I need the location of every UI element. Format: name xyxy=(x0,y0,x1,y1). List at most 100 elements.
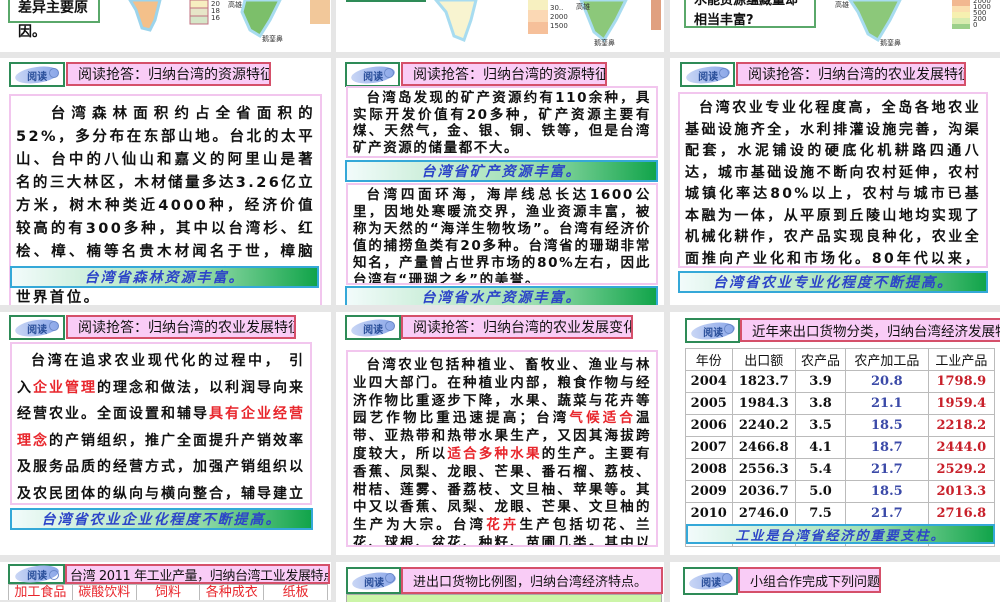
summary-bar: 工业是台湾省经济的重要支柱。 xyxy=(686,524,995,544)
table-cell: 3.9 xyxy=(795,370,847,393)
slide-top-3: 水能资源蕴藏量却相当丰富? 2000 1000 500 200 0 高雄 鹅銮鼻 xyxy=(670,0,1000,52)
table-cell: 1798.9 xyxy=(927,370,996,393)
title-text: 阅读抢答：归纳台湾的资源特征。 xyxy=(78,67,271,83)
read-icon: 阅读 xyxy=(8,563,65,585)
table-row: 2010 2746.0 7.5 21.7 2716.8 xyxy=(685,502,996,525)
summary-text: 台湾省农业专业化程度不断提高。 xyxy=(713,275,953,291)
table-cell: 2009 xyxy=(685,480,733,503)
legend-label: 1500 xyxy=(550,22,568,30)
table-cell: 2529.2 xyxy=(927,458,996,481)
slide-group: 阅读 小组合作完成下列问题 xyxy=(670,562,1000,602)
table-cell: 1959.4 xyxy=(927,392,996,415)
city-label: 高雄 xyxy=(228,1,242,9)
read-icon: 阅读 xyxy=(680,62,735,87)
title-text: 阅读抢答：归纳台湾的农业发展特征。 xyxy=(748,67,966,83)
table-cell: 2008 xyxy=(685,458,733,481)
table-cell: 18.5 xyxy=(845,480,929,503)
table-row: 2005 1984.3 3.8 21.1 1959.4 xyxy=(685,392,996,415)
slide-title: 阅读抢答：归纳台湾的农业发展特征。 xyxy=(66,315,296,339)
text-box: 台湾在追求农业现代化的过程中， 引入企业管理的理念和做法，以利润导向来经营农业。… xyxy=(10,342,312,505)
map-taiwan xyxy=(128,0,330,39)
text-box: 台湾四面环海，海岸线总长达1600公里，因地处寒暖流交界，渔业资源丰富，被称为天… xyxy=(346,183,658,285)
table-cell: 4.1 xyxy=(795,436,847,459)
highlight-text: 企业管理 xyxy=(33,379,97,396)
slide-trade: 阅读 进出口货物比例图，归纳台湾经济特点。 xyxy=(336,562,664,602)
slide-forest: 阅读 阅读抢答：归纳台湾的资源特征。 台湾森林面积约占全省面积的52%，多分布在… xyxy=(0,58,331,305)
summary-bar: 台湾省森林资源丰富。 xyxy=(10,266,319,288)
table-row: 2007 2466.8 4.1 18.7 2444.0 xyxy=(685,436,996,459)
read-icon: 阅读 xyxy=(685,318,740,343)
table-cell: 5.4 xyxy=(795,458,847,481)
table-cell: 2218.2 xyxy=(927,414,996,437)
table-cell: 21.7 xyxy=(845,502,929,525)
table-cell: 2004 xyxy=(685,370,733,393)
title-text: 近年来出口货物分类，归纳台湾经济发展特点。 xyxy=(752,324,1000,340)
highlight-text: 适合多种水果 xyxy=(447,445,542,462)
slide-top-1: 差异主要原因。 20 18 16 高雄 鹅銮鼻 xyxy=(0,0,331,52)
table-cell: 2716.8 xyxy=(927,502,996,525)
summary-bar: 台湾省水产资源丰富。 xyxy=(345,286,658,305)
title-text: 小组合作完成下列问题 xyxy=(750,574,881,590)
text-box: 台湾岛发现的矿产资源约有110余种，具实际开发价值有20多种，矿产资源主要有煤、… xyxy=(346,86,658,158)
read-icon-label: 阅读 xyxy=(27,324,47,335)
slide-title: 近年来出口货物分类，归纳台湾经济发展特点。 xyxy=(740,318,1000,342)
title-text: 阅读抢答：归纳台湾的农业发展变化。 xyxy=(413,320,633,336)
slide-mineral: 阅读 阅读抢答：归纳台湾的资源特征。 台湾岛发现的矿产资源约有110余种，具实际… xyxy=(336,58,664,305)
text-box: 台湾农业专业化程度高，全岛各地农业基础设施齐全，水利排灌设施完善，沟渠配套，水泥… xyxy=(678,92,988,268)
table-header: 纸板 xyxy=(282,585,309,600)
industry-table: 加工食品 碳酸饮料 饲料 各种成衣 纸板 xyxy=(8,584,328,600)
table-header: 各种成衣 xyxy=(200,585,265,600)
summary-text: 台湾省农业企业化程度不断提高。 xyxy=(41,512,282,528)
slide-top-2: 30.. 2000 1500 高雄 鹅銮鼻 xyxy=(336,0,664,52)
slide-title: 阅读抢答：归纳台湾的资源特征。 xyxy=(66,62,271,86)
slide-agri-special: 阅读 阅读抢答：归纳台湾的农业发展特征。 台湾农业专业化程度高，全岛各地农业基础… xyxy=(670,58,1000,305)
table-cell: 18.7 xyxy=(845,436,929,459)
question-box: 差异主要原因。 xyxy=(8,0,100,40)
table-cell: 2240.2 xyxy=(731,414,797,437)
table-header: 碳酸饮料 xyxy=(73,585,137,600)
question-text: 水能资源蕴藏量却相当丰富? xyxy=(694,0,799,28)
legend-label: 0 xyxy=(973,21,978,29)
table-row: 2008 2556.3 5.4 21.7 2529.2 xyxy=(685,458,996,481)
body-text: 的产销组织，推广全面提升产销效率及服务品质的经营方式，加强产销组织以及农民团体的… xyxy=(17,432,305,502)
read-icon-label: 阅读 xyxy=(363,324,383,335)
slide-industry: 阅读 台湾 2011 年工业产量，归纳台湾工业发展特点 加工食品 碳酸饮料 饲料… xyxy=(0,562,331,600)
table-cell: 2466.8 xyxy=(731,436,797,459)
question-box: 水能资源蕴藏量却相当丰富? xyxy=(684,0,816,28)
city-label: 高雄 xyxy=(576,3,590,11)
table-cell: 7.5 xyxy=(795,502,847,525)
table-cell: 3.8 xyxy=(795,392,847,415)
title-text: 阅读抢答：归纳台湾的资源特征。 xyxy=(413,67,607,83)
table-header: 加工食品 xyxy=(9,585,73,600)
table-cell: 2444.0 xyxy=(927,436,996,459)
paragraph: 台湾四面环海，海岸线总长达1600公里，因地处寒暖流交界，渔业资源丰富，被称为天… xyxy=(353,187,651,285)
body-text: 台湾农业专业化程度高，全岛各地农业基础设施齐全，水利排灌设施完善，沟渠配套，水泥… xyxy=(685,100,981,267)
cape-label: 鹅銮鼻 xyxy=(262,35,283,43)
table-row: 2006 2240.2 3.5 18.5 2218.2 xyxy=(685,414,996,437)
table-header: 工业产品 xyxy=(927,348,996,371)
legend-label: 2000 xyxy=(550,13,568,21)
body-text: 台湾四面环海，海岸线总长达1600公里，因地处寒暖流交界，渔业资源丰富，被称为天… xyxy=(353,187,651,285)
read-icon-label: 阅读 xyxy=(363,577,384,588)
summary-bar: 台湾省农业企业化程度不断提高。 xyxy=(10,508,313,530)
read-icon: 阅读 xyxy=(345,315,401,340)
paragraph: 台湾岛发现的矿产资源约有110余种，具实际开发价值有20多种，矿产资源主要有煤、… xyxy=(353,90,651,156)
slide-agri-change: 阅读 阅读抢答：归纳台湾的农业发展变化。 台湾农业包括种植业、畜牧业、渔业与林业… xyxy=(336,312,664,555)
title-text: 进出口货物比例图，归纳台湾经济特点。 xyxy=(413,575,648,590)
read-icon: 阅读 xyxy=(345,62,400,87)
table-cell: 2005 xyxy=(685,392,733,415)
slide-title: 台湾 2011 年工业产量，归纳台湾工业发展特点 xyxy=(65,564,330,584)
summary-bar: 台湾省农业专业化程度不断提高。 xyxy=(678,271,988,293)
slide-title: 小组合作完成下列问题 xyxy=(738,567,881,593)
read-icon: 阅读 xyxy=(9,315,65,340)
highlight-text: 花卉 xyxy=(486,517,520,534)
slide-export: 阅读 近年来出口货物分类，归纳台湾经济发展特点。 年份出口额农产品农产加工品工业… xyxy=(670,312,1000,555)
summary-text: 工业是台湾省经济的重要支柱。 xyxy=(735,528,946,544)
table-header: 年份 xyxy=(685,348,733,371)
slide-title: 阅读抢答：归纳台湾的资源特征。 xyxy=(401,62,607,86)
table-cell: 2007 xyxy=(685,436,733,459)
table-cell: 5.0 xyxy=(795,480,847,503)
legend-label: 16 xyxy=(211,14,220,22)
table-header: 农产加工品 xyxy=(845,348,929,371)
slide-agri-enterprise: 阅读 阅读抢答：归纳台湾的农业发展特征。 台湾在追求农业现代化的过程中， 引入企… xyxy=(0,312,331,555)
